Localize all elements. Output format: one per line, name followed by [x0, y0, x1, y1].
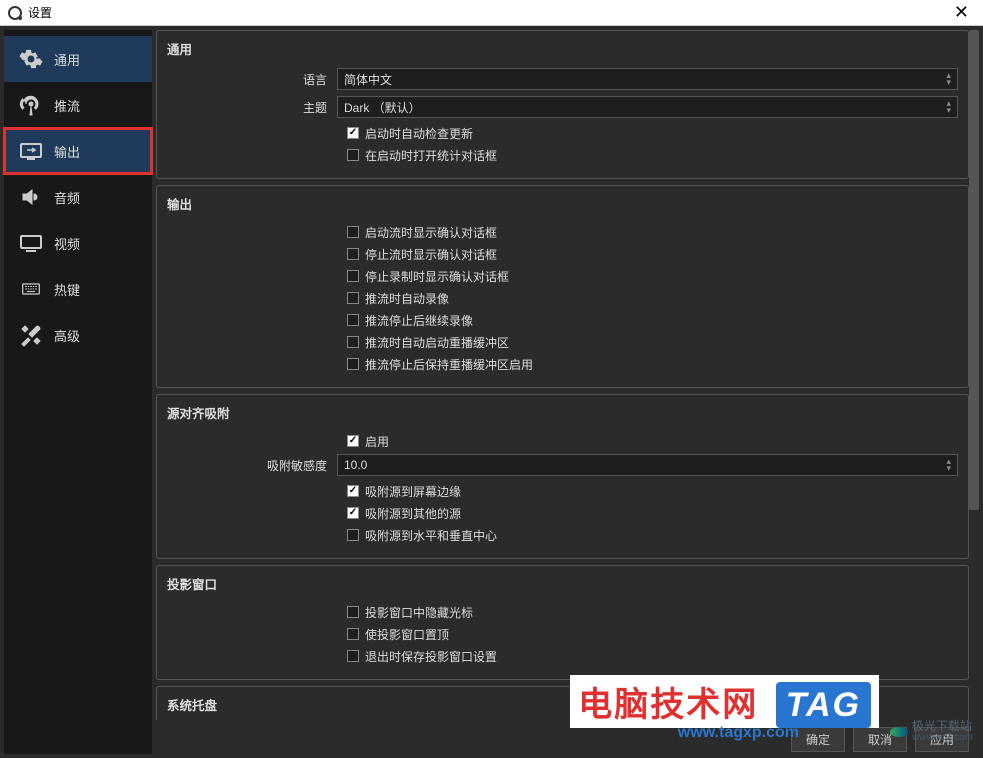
checkbox-label: 在启动时打开统计对话框 — [365, 147, 497, 164]
checkbox-label: 吸附源到水平和垂直中心 — [365, 527, 497, 544]
spinbox-value: 10.0 — [344, 458, 367, 472]
site-logo-icon — [890, 723, 908, 741]
checkbox-label: 吸附源到屏幕边缘 — [365, 483, 461, 500]
checkbox-label: 停止录制时显示确认对话框 — [365, 268, 509, 285]
sidebar-item-general[interactable]: 通用 — [4, 36, 152, 82]
section-title: 源对齐吸附 — [167, 403, 958, 422]
watermark-site: 极光下载站 www.xz7.com — [890, 720, 973, 744]
section-title: 通用 — [167, 39, 958, 58]
monitor-out-icon — [18, 138, 44, 164]
sidebar-item-hotkeys[interactable]: 热键 — [4, 266, 152, 312]
section-general: 通用 语言 简体中文 ▴▾ 主题 Dark （默认） — [156, 30, 969, 179]
chevron-updown-icon: ▴▾ — [946, 100, 951, 114]
sidebar-item-output[interactable]: 输出 — [4, 128, 152, 174]
open-stats-checkbox[interactable] — [347, 149, 359, 161]
snap-edges-checkbox[interactable] — [347, 485, 359, 497]
checkbox-label: 启用 — [365, 433, 389, 450]
watermark-banner: 电脑技术网 TAG — [570, 675, 879, 728]
checkbox-label: 推流停止后继续录像 — [365, 312, 473, 329]
sidebar-item-stream[interactable]: 推流 — [4, 82, 152, 128]
section-projector: 投影窗口 投影窗口中隐藏光标 使投影窗口置顶 退出时保存投影窗口设置 — [156, 565, 969, 680]
sidebar-item-audio[interactable]: 音频 — [4, 174, 152, 220]
chevron-updown-icon: ▴▾ — [946, 72, 951, 86]
checkbox-label: 推流停止后保持重播缓冲区启用 — [365, 356, 533, 373]
dropdown-value: 简体中文 — [344, 71, 392, 88]
output-checkbox-3[interactable] — [347, 292, 359, 304]
sidebar-item-label: 输出 — [54, 142, 80, 161]
gear-icon — [18, 46, 44, 72]
sidebar-item-label: 热键 — [54, 280, 80, 299]
antenna-icon — [18, 92, 44, 118]
proj-hide-cursor-checkbox[interactable] — [347, 606, 359, 618]
watermark-tag: TAG — [776, 682, 871, 728]
titlebar: 设置 ✕ — [0, 0, 983, 26]
keyboard-icon — [18, 276, 44, 302]
checkbox-label: 投影窗口中隐藏光标 — [365, 604, 473, 621]
theme-dropdown[interactable]: Dark （默认） ▴▾ — [337, 96, 958, 118]
scrollbar[interactable] — [969, 30, 979, 724]
output-checkbox-2[interactable] — [347, 270, 359, 282]
sidebar-item-label: 通用 — [54, 50, 80, 69]
spinbox-arrows-icon: ▴▾ — [946, 458, 951, 472]
output-checkbox-1[interactable] — [347, 248, 359, 260]
snap-enable-checkbox[interactable] — [347, 435, 359, 447]
watermark-site-url: www.xz7.com — [912, 732, 973, 744]
sidebar: 通用 推流 输出 音频 视频 — [4, 30, 152, 754]
checkbox-label: 推流时自动启动重播缓冲区 — [365, 334, 509, 351]
sidebar-item-video[interactable]: 视频 — [4, 220, 152, 266]
sidebar-item-advanced[interactable]: 高级 — [4, 312, 152, 358]
section-output: 输出 启动流时显示确认对话框 停止流时显示确认对话框 停止录制时显示确认对话框 … — [156, 185, 969, 388]
content-area: 通用 语言 简体中文 ▴▾ 主题 Dark （默认） — [156, 30, 979, 754]
tools-icon — [18, 322, 44, 348]
checkbox-label: 启动流时显示确认对话框 — [365, 224, 497, 241]
display-icon — [18, 230, 44, 256]
checkbox-label: 使投影窗口置顶 — [365, 626, 449, 643]
language-label: 语言 — [167, 71, 337, 88]
ok-button[interactable]: 确定 — [791, 727, 845, 752]
output-checkbox-6[interactable] — [347, 358, 359, 370]
checkbox-label: 退出时保存投影窗口设置 — [365, 648, 497, 665]
snap-center-checkbox[interactable] — [347, 529, 359, 541]
snap-other-checkbox[interactable] — [347, 507, 359, 519]
output-checkbox-5[interactable] — [347, 336, 359, 348]
proj-always-top-checkbox[interactable] — [347, 628, 359, 640]
bottom-bar: 确定 取消 应用 — [156, 724, 979, 754]
watermark-site-text: 极光下载站 — [912, 720, 973, 732]
sensitivity-spinbox[interactable]: 10.0 ▴▾ — [337, 454, 958, 476]
sidebar-item-label: 高级 — [54, 326, 80, 345]
checkbox-label: 吸附源到其他的源 — [365, 505, 461, 522]
sidebar-item-label: 视频 — [54, 234, 80, 253]
dropdown-value: Dark （默认） — [344, 99, 421, 116]
section-title: 投影窗口 — [167, 574, 958, 593]
watermark-url: www.tagxp.com — [678, 724, 799, 742]
obs-icon — [8, 6, 22, 20]
section-snapping: 源对齐吸附 启用 吸附敏感度 10.0 ▴▾ 吸附源到屏幕边缘 吸附源到其他的源… — [156, 394, 969, 559]
section-title: 输出 — [167, 194, 958, 213]
check-updates-checkbox[interactable] — [347, 127, 359, 139]
sensitivity-label: 吸附敏感度 — [167, 457, 337, 474]
sidebar-item-label: 推流 — [54, 96, 80, 115]
close-icon[interactable]: ✕ — [948, 2, 975, 23]
watermark-text: 电脑技术网 — [578, 686, 758, 724]
output-checkbox-4[interactable] — [347, 314, 359, 326]
theme-label: 主题 — [167, 99, 337, 116]
checkbox-label: 停止流时显示确认对话框 — [365, 246, 497, 263]
checkbox-label: 启动时自动检查更新 — [365, 125, 473, 142]
sidebar-item-label: 音频 — [54, 188, 80, 207]
window-title: 设置 — [28, 4, 948, 21]
output-checkbox-0[interactable] — [347, 226, 359, 238]
language-dropdown[interactable]: 简体中文 ▴▾ — [337, 68, 958, 90]
scrollbar-thumb[interactable] — [969, 30, 979, 510]
proj-save-exit-checkbox[interactable] — [347, 650, 359, 662]
speaker-icon — [18, 184, 44, 210]
checkbox-label: 推流时自动录像 — [365, 290, 449, 307]
